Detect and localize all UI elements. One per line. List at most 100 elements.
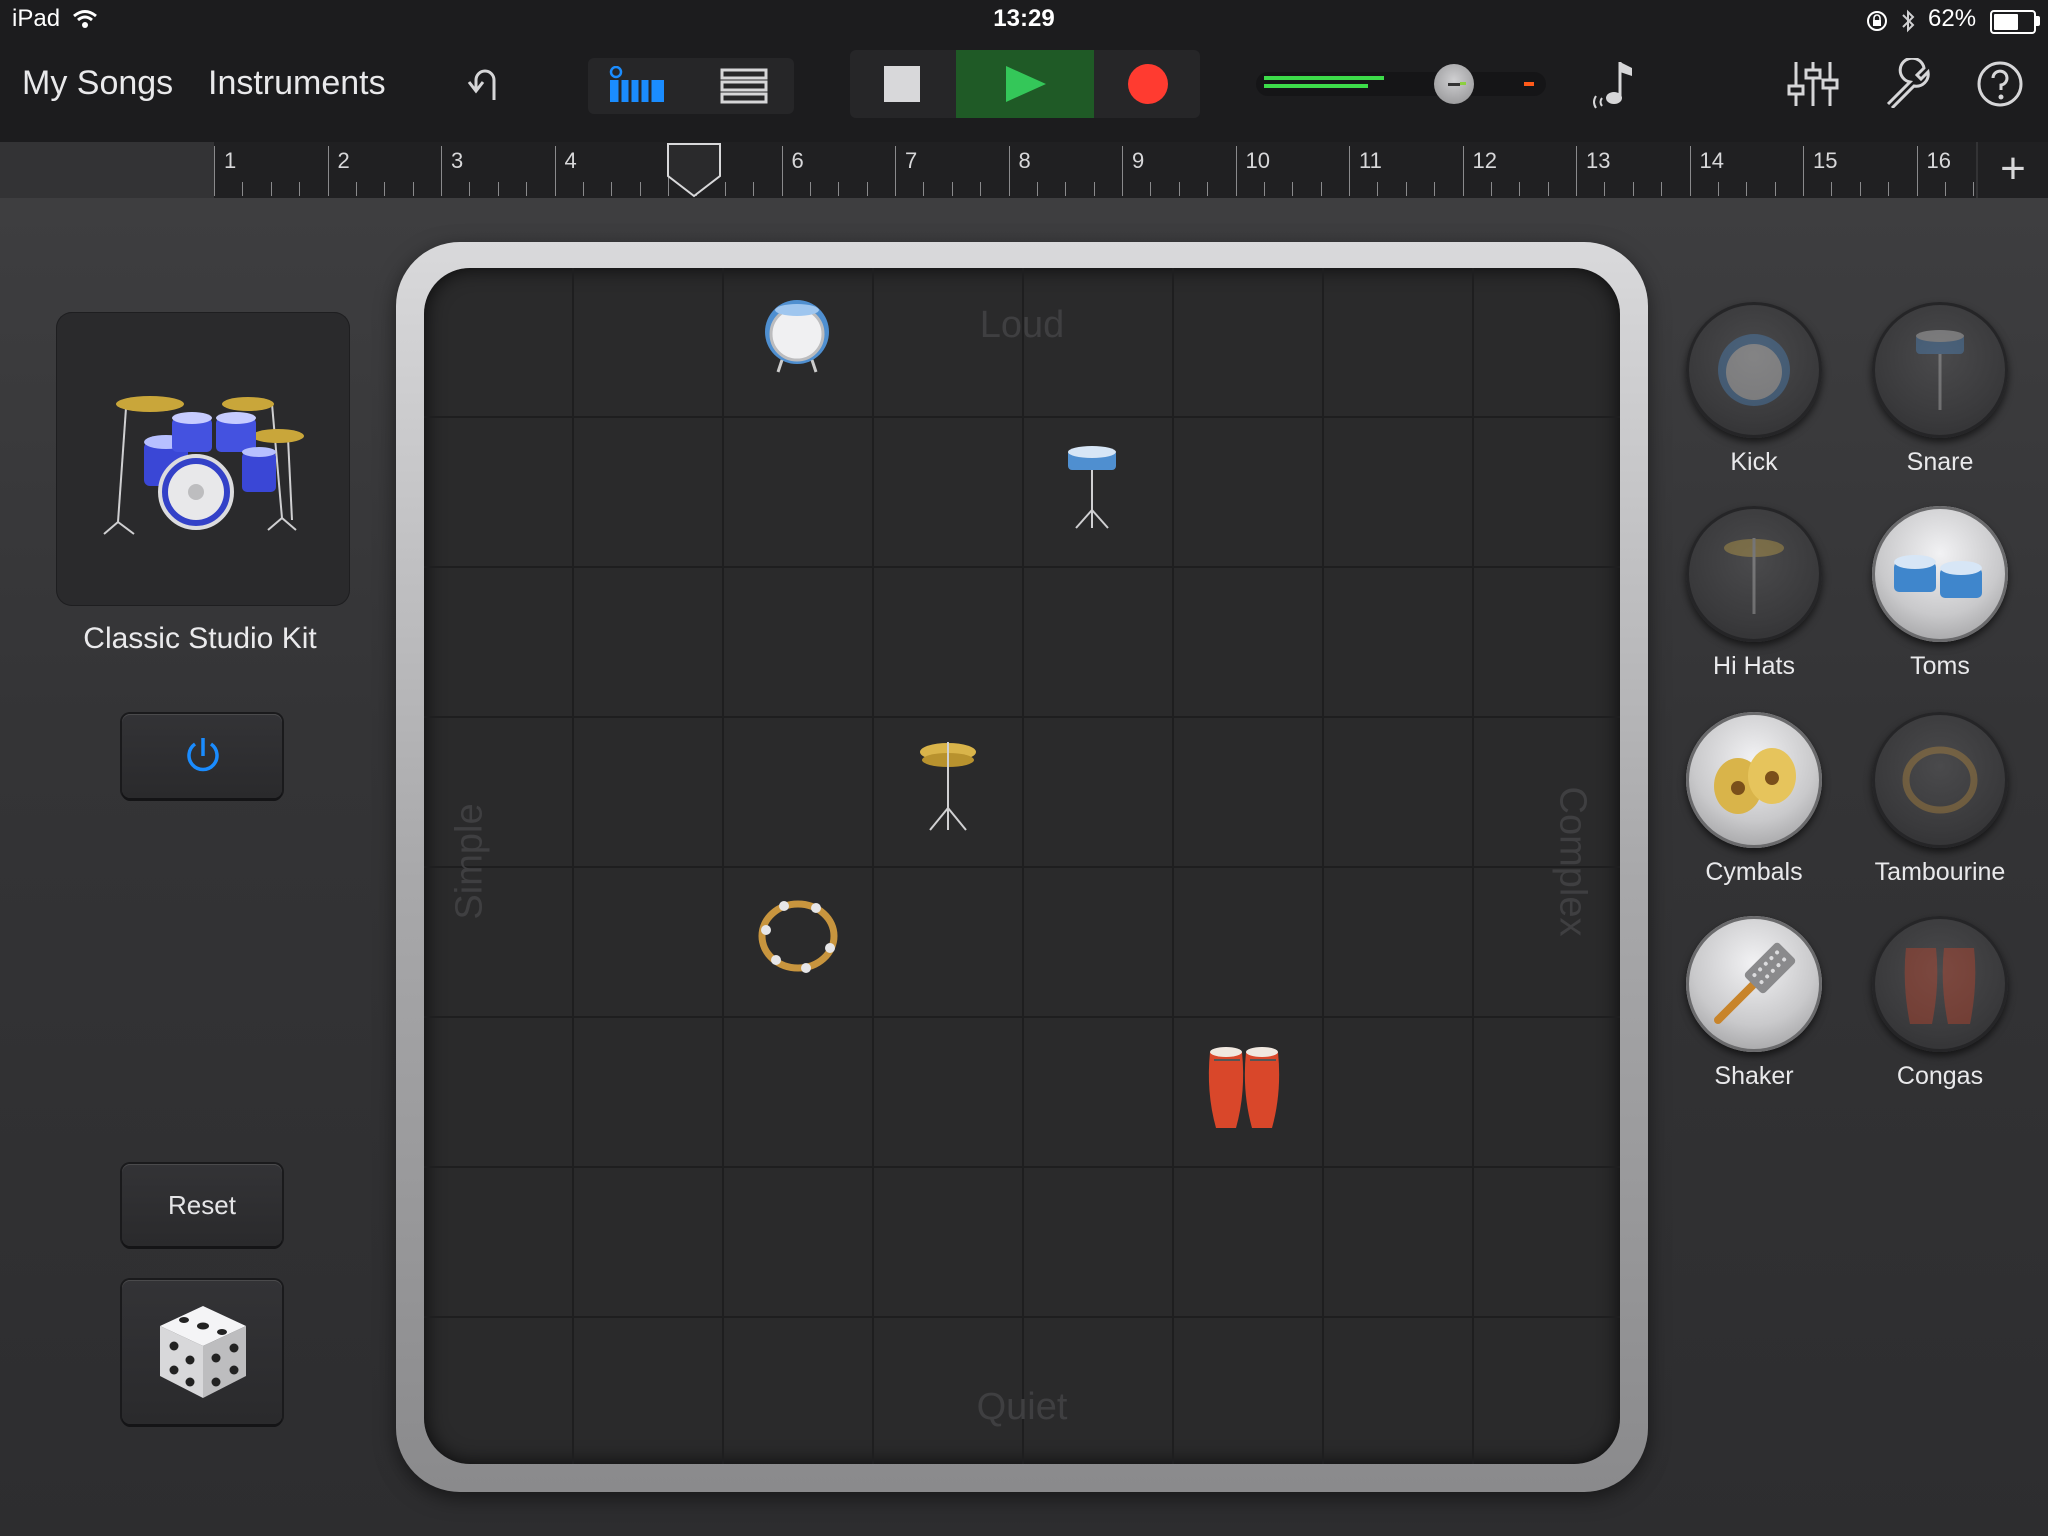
- metronome-note-icon[interactable]: [1590, 58, 1640, 110]
- instrument-label: Toms: [1910, 652, 1970, 680]
- instruments-button[interactable]: Instruments: [208, 64, 386, 103]
- bar-number: 8: [1018, 148, 1031, 173]
- snare-toggle[interactable]: [1872, 302, 2008, 438]
- beat-tick: [1065, 182, 1067, 196]
- power-icon: [187, 738, 219, 772]
- playhead[interactable]: [666, 142, 722, 198]
- bar-line: [1349, 146, 1350, 196]
- bar-line: [441, 146, 442, 196]
- cymbal-stand-icon[interactable]: [918, 738, 978, 838]
- bar-line: [1916, 146, 1918, 196]
- drummer-xy-pad[interactable]: Loud Quiet Simple Complex: [424, 268, 1620, 1464]
- battery-percent: 62%: [1928, 5, 1977, 32]
- play-button[interactable]: [956, 50, 1094, 118]
- bluetooth-icon: [1902, 9, 1915, 33]
- instrument-hihats-button[interactable]: Hi Hats: [1684, 506, 1824, 681]
- bar-line: [214, 146, 215, 196]
- bar-number: 3: [451, 148, 464, 173]
- volume-knob[interactable]: [1434, 64, 1474, 104]
- bar-number: 15: [1813, 148, 1838, 173]
- congas-icon: [1904, 948, 1976, 1024]
- bar-line: [554, 146, 556, 196]
- battery-tip: [2036, 16, 2040, 26]
- instrument-kick-button[interactable]: Kick: [1684, 302, 1824, 477]
- beat-tick: [1207, 182, 1209, 196]
- beat-tick: [1547, 182, 1549, 196]
- instrument-label: Cymbals: [1705, 858, 1803, 886]
- snare-drum-icon[interactable]: [1064, 444, 1120, 534]
- instrument-shaker-button[interactable]: Shaker: [1684, 916, 1824, 1091]
- wrench-icon[interactable]: [1884, 58, 1934, 108]
- bar-number: 1: [224, 148, 237, 173]
- snare-drum-icon: [1916, 330, 1964, 410]
- instrument-label: Shaker: [1714, 1062, 1794, 1090]
- tambourine-icon[interactable]: [756, 896, 840, 976]
- kick-toggle[interactable]: [1686, 302, 1822, 438]
- beat-tick: [1490, 182, 1492, 196]
- help-icon[interactable]: [1976, 60, 2024, 108]
- congas-icon[interactable]: [1206, 1044, 1286, 1132]
- beat-tick: [1292, 182, 1294, 196]
- cymbals-toggle[interactable]: [1686, 712, 1822, 848]
- beat-tick: [526, 182, 528, 196]
- drummer-power-button[interactable]: [122, 714, 282, 798]
- beat-tick: [1036, 182, 1038, 196]
- beat-tick: [1774, 182, 1776, 196]
- beat-tick: [923, 182, 925, 196]
- beat-tick: [1604, 182, 1606, 196]
- beat-tick: [1944, 182, 1946, 196]
- beat-tick: [384, 182, 386, 196]
- mixer-settings-icon[interactable]: [1786, 60, 1840, 108]
- beat-tick: [809, 182, 811, 196]
- beat-tick: [1263, 182, 1265, 196]
- instrument-view-icon[interactable]: [608, 66, 666, 106]
- reset-button[interactable]: Reset: [122, 1164, 282, 1246]
- tambourine-icon: [1902, 746, 1978, 814]
- beat-tick: [1717, 182, 1719, 196]
- beat-tick: [1746, 182, 1748, 196]
- stop-button[interactable]: [884, 66, 920, 102]
- hihat-icon: [1724, 538, 1784, 614]
- undo-icon[interactable]: [464, 64, 504, 104]
- instrument-tambourine-button[interactable]: Tambourine: [1870, 712, 2010, 887]
- dice-icon: [160, 1306, 246, 1398]
- axis-label-simple: Simple: [448, 803, 491, 920]
- shaker-toggle[interactable]: [1686, 916, 1822, 1052]
- beat-tick: [838, 182, 840, 196]
- tracks-view-icon[interactable]: [720, 68, 770, 104]
- beat-tick: [639, 182, 641, 196]
- instrument-congas-button[interactable]: Congas: [1870, 916, 2010, 1091]
- beat-tick: [1178, 182, 1180, 196]
- instrument-cymbals-button[interactable]: Cymbals: [1684, 712, 1824, 887]
- bar-number: 7: [905, 148, 918, 173]
- beat-tick: [753, 182, 755, 196]
- bar-number: 4: [564, 148, 577, 173]
- beat-tick: [299, 182, 301, 196]
- congas-toggle[interactable]: [1872, 916, 2008, 1052]
- instrument-label: Tambourine: [1874, 858, 2006, 886]
- beat-tick: [611, 182, 613, 196]
- beat-tick: [1150, 182, 1152, 196]
- bar-line: [1008, 146, 1010, 196]
- instrument-snare-button[interactable]: Snare: [1870, 302, 2010, 477]
- beat-tick: [866, 182, 868, 196]
- instrument-toms-button[interactable]: Toms: [1870, 506, 2010, 681]
- kick-drum-icon[interactable]: [762, 296, 832, 376]
- tambourine-toggle[interactable]: [1872, 712, 2008, 848]
- timeline-ruler[interactable]: 12345678910111213141516: [214, 142, 2003, 198]
- battery-icon: [1990, 10, 2036, 34]
- randomize-button[interactable]: [122, 1280, 282, 1424]
- add-section-button[interactable]: +: [1978, 142, 2048, 198]
- bar-line: [1803, 146, 1804, 196]
- bar-number: 13: [1586, 148, 1611, 173]
- hihats-toggle[interactable]: [1686, 506, 1822, 642]
- master-volume-slider[interactable]: [1256, 72, 1546, 96]
- beat-tick: [582, 182, 584, 196]
- instrument-label: Hi Hats: [1713, 652, 1795, 680]
- record-button[interactable]: [1128, 64, 1168, 104]
- kit-selector[interactable]: [56, 312, 350, 606]
- bar-number: 9: [1132, 148, 1145, 173]
- beat-tick: [242, 182, 244, 196]
- my-songs-button[interactable]: My Songs: [22, 64, 173, 103]
- toms-toggle[interactable]: [1872, 506, 2008, 642]
